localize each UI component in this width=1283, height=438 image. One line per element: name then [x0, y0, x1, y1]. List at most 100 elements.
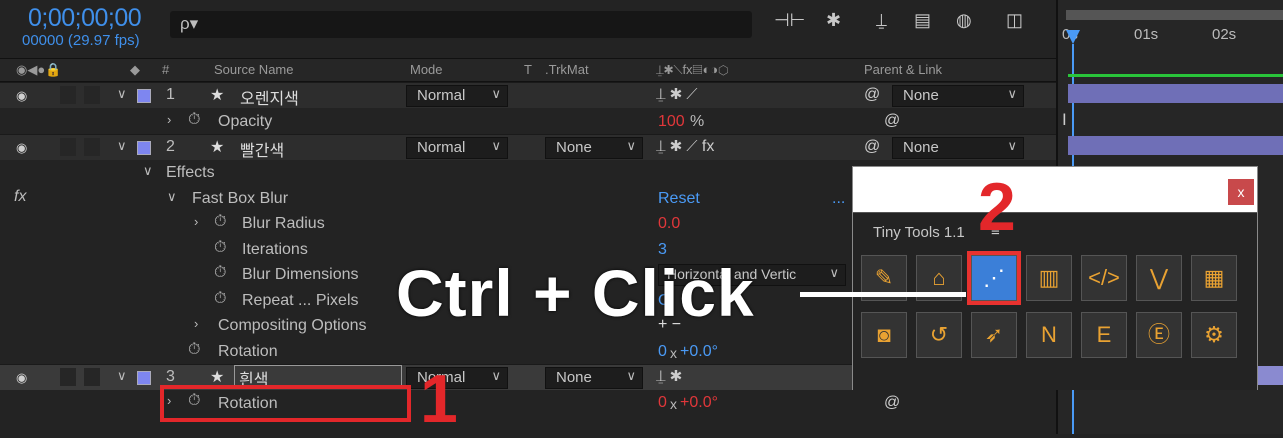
rotation-degrees[interactable]: +0.0° [680, 394, 718, 412]
layer-row-2[interactable]: ◉ ∨ 2 ★ 빨간색 Normal ∨ None ∨ ⍊ ✱ ⟋ fx @ Non… [0, 134, 1056, 160]
shy-layers-icon[interactable]: ⍊ [876, 10, 887, 31]
layer-switches-icon[interactable]: ⍊ ✱ ⟋ fx [656, 138, 714, 156]
layer-row-1[interactable]: ◉ ∨ 1 ★ 오렌지색 Normal ∨ ⍊ ✱ ⟋ @ None ∨ [0, 82, 1056, 108]
column-hash: # [162, 62, 170, 77]
expand-chevron-icon[interactable]: ∨ [117, 86, 127, 102]
solo-toggle[interactable] [60, 86, 76, 104]
about-link[interactable]: ... [832, 190, 845, 208]
expand-chevron-icon[interactable]: › [194, 214, 198, 229]
property-label: Rotation [218, 343, 278, 360]
column-source-name[interactable]: Source Name [214, 62, 293, 77]
graph-editor-icon[interactable]: ◫ [1006, 10, 1023, 31]
motion-blur-icon[interactable]: ◍ [956, 10, 972, 31]
effect-name: Fast Box Blur [192, 190, 289, 207]
parent-dropdown[interactable]: None ∨ [892, 137, 1024, 159]
layer-name[interactable]: 흰색 [234, 365, 402, 389]
pick-whip-icon[interactable]: @ [884, 394, 900, 412]
search-input[interactable]: ρ▾ [170, 11, 752, 38]
playhead-marker[interactable] [1066, 30, 1080, 44]
layer-name[interactable]: 오렌지색 [240, 85, 299, 109]
opacity-value[interactable]: 100 [658, 113, 685, 131]
stopwatch-icon[interactable]: ⏱ [188, 111, 200, 129]
label-color-swatch[interactable] [137, 89, 151, 103]
lock-toggle[interactable] [84, 138, 100, 156]
expand-chevron-icon[interactable]: › [194, 316, 198, 331]
layer-switches-icon[interactable]: ⍊ ✱ ⟋ [656, 86, 697, 104]
label-color-swatch[interactable] [137, 141, 151, 155]
rotation-revolutions[interactable]: 0 [658, 394, 667, 412]
pick-whip-icon[interactable]: @ [884, 112, 900, 130]
expand-chevron-icon[interactable]: ∨ [117, 368, 127, 384]
rocket-icon[interactable]: ➶ [971, 312, 1017, 358]
solo-toggle[interactable] [60, 368, 76, 386]
link-nodes-icon[interactable]: ⋰ [967, 251, 1021, 305]
composition-flowchart-icon[interactable]: ⊣⊢ [774, 10, 805, 31]
fx-icon[interactable]: fx [14, 188, 26, 206]
mode-dropdown[interactable]: Normal ∨ [406, 137, 508, 159]
property-label: Blur Dimensions [242, 266, 359, 283]
calculator-icon[interactable]: ▦ [1191, 255, 1237, 301]
frame-blending-icon[interactable]: ▤ [914, 10, 931, 31]
effects-label: Effects [166, 164, 215, 181]
render-bar [1068, 74, 1283, 77]
visibility-eye-icon[interactable]: ◉ [16, 88, 27, 104]
stopwatch-icon[interactable]: ⏱ [214, 264, 226, 282]
history-icon[interactable]: ↺ [916, 312, 962, 358]
lock-toggle[interactable] [84, 368, 100, 386]
label-color-swatch[interactable] [137, 371, 151, 385]
pick-whip-icon[interactable]: @ [864, 86, 880, 104]
e-search-icon[interactable]: Ⓔ [1136, 312, 1182, 358]
stopwatch-icon[interactable]: ⏱ [214, 239, 226, 257]
chevron-down-icon: ∨ [491, 86, 501, 101]
settings-gear-icon[interactable]: ⚙ [1191, 312, 1237, 358]
reset-link[interactable]: Reset [658, 190, 700, 208]
camera-icon[interactable]: ◙ [861, 312, 907, 358]
work-area-bar[interactable] [1066, 10, 1283, 20]
stopwatch-icon[interactable]: ⏱ [214, 290, 226, 308]
column-header: ◉◀●🔒 ◆ # Source Name Mode T .TrkMat ⍊✱⟍f… [0, 58, 1056, 82]
film-icon[interactable]: ▥ [1026, 255, 1072, 301]
blur-radius-value[interactable]: 0.0 [658, 215, 680, 233]
instruction-arrow [800, 292, 966, 297]
highlight-box-rotation [160, 385, 411, 422]
property-label: Blur Radius [242, 215, 325, 232]
timecode[interactable]: 0;00;00;00 [28, 4, 142, 33]
mode-dropdown[interactable]: Normal ∨ [406, 85, 508, 107]
e-cycle-icon[interactable]: E [1081, 312, 1127, 358]
trkmat-dropdown[interactable]: None ∨ [545, 137, 643, 159]
layer-bar-1[interactable] [1068, 84, 1283, 103]
expand-chevron-icon[interactable]: ∨ [117, 138, 127, 154]
expand-chevron-icon[interactable]: › [167, 112, 171, 127]
parent-value: None [903, 139, 939, 156]
column-t: T [524, 62, 532, 77]
chevron-collapse-icon[interactable]: ⋁ [1136, 255, 1182, 301]
visibility-eye-icon[interactable]: ◉ [16, 370, 27, 386]
column-trkmat: .TrkMat [545, 62, 589, 77]
layer-number: 3 [166, 368, 175, 385]
rotation-degrees[interactable]: +0.0° [680, 343, 718, 361]
rotation-revolutions[interactable]: 0 [658, 343, 667, 361]
solo-toggle[interactable] [60, 138, 76, 156]
layer-bar-2[interactable] [1068, 136, 1283, 155]
trkmat-dropdown[interactable]: None ∨ [545, 367, 643, 389]
star-icon: ★ [210, 87, 225, 104]
chevron-down-icon: ∨ [1007, 138, 1017, 153]
lock-toggle[interactable] [84, 86, 100, 104]
property-row-rotation-layer3: › ⏱ Rotation 0 x +0.0° @ [0, 391, 1056, 416]
n-loop-icon[interactable]: N [1026, 312, 1072, 358]
layer-number: 2 [166, 138, 175, 155]
draft-3d-icon[interactable]: ✱ [826, 10, 841, 31]
code-icon[interactable]: </> [1081, 255, 1127, 301]
visibility-eye-icon[interactable]: ◉ [16, 140, 27, 156]
expand-chevron-icon[interactable]: ∨ [143, 163, 153, 179]
label-tag-icon: ◆ [130, 62, 140, 77]
expand-chevron-icon[interactable]: ∨ [167, 189, 177, 205]
parent-dropdown[interactable]: None ∨ [892, 85, 1024, 107]
stopwatch-icon[interactable]: ⏱ [188, 341, 200, 359]
close-button[interactable]: x [1228, 179, 1254, 205]
layer-name[interactable]: 빨간색 [240, 137, 284, 161]
stopwatch-icon[interactable]: ⏱ [214, 213, 226, 231]
trkmat-value: None [556, 369, 592, 386]
pick-whip-icon[interactable]: @ [864, 138, 880, 156]
layer-switches-icon[interactable]: ⍊ ✱ [656, 368, 682, 386]
